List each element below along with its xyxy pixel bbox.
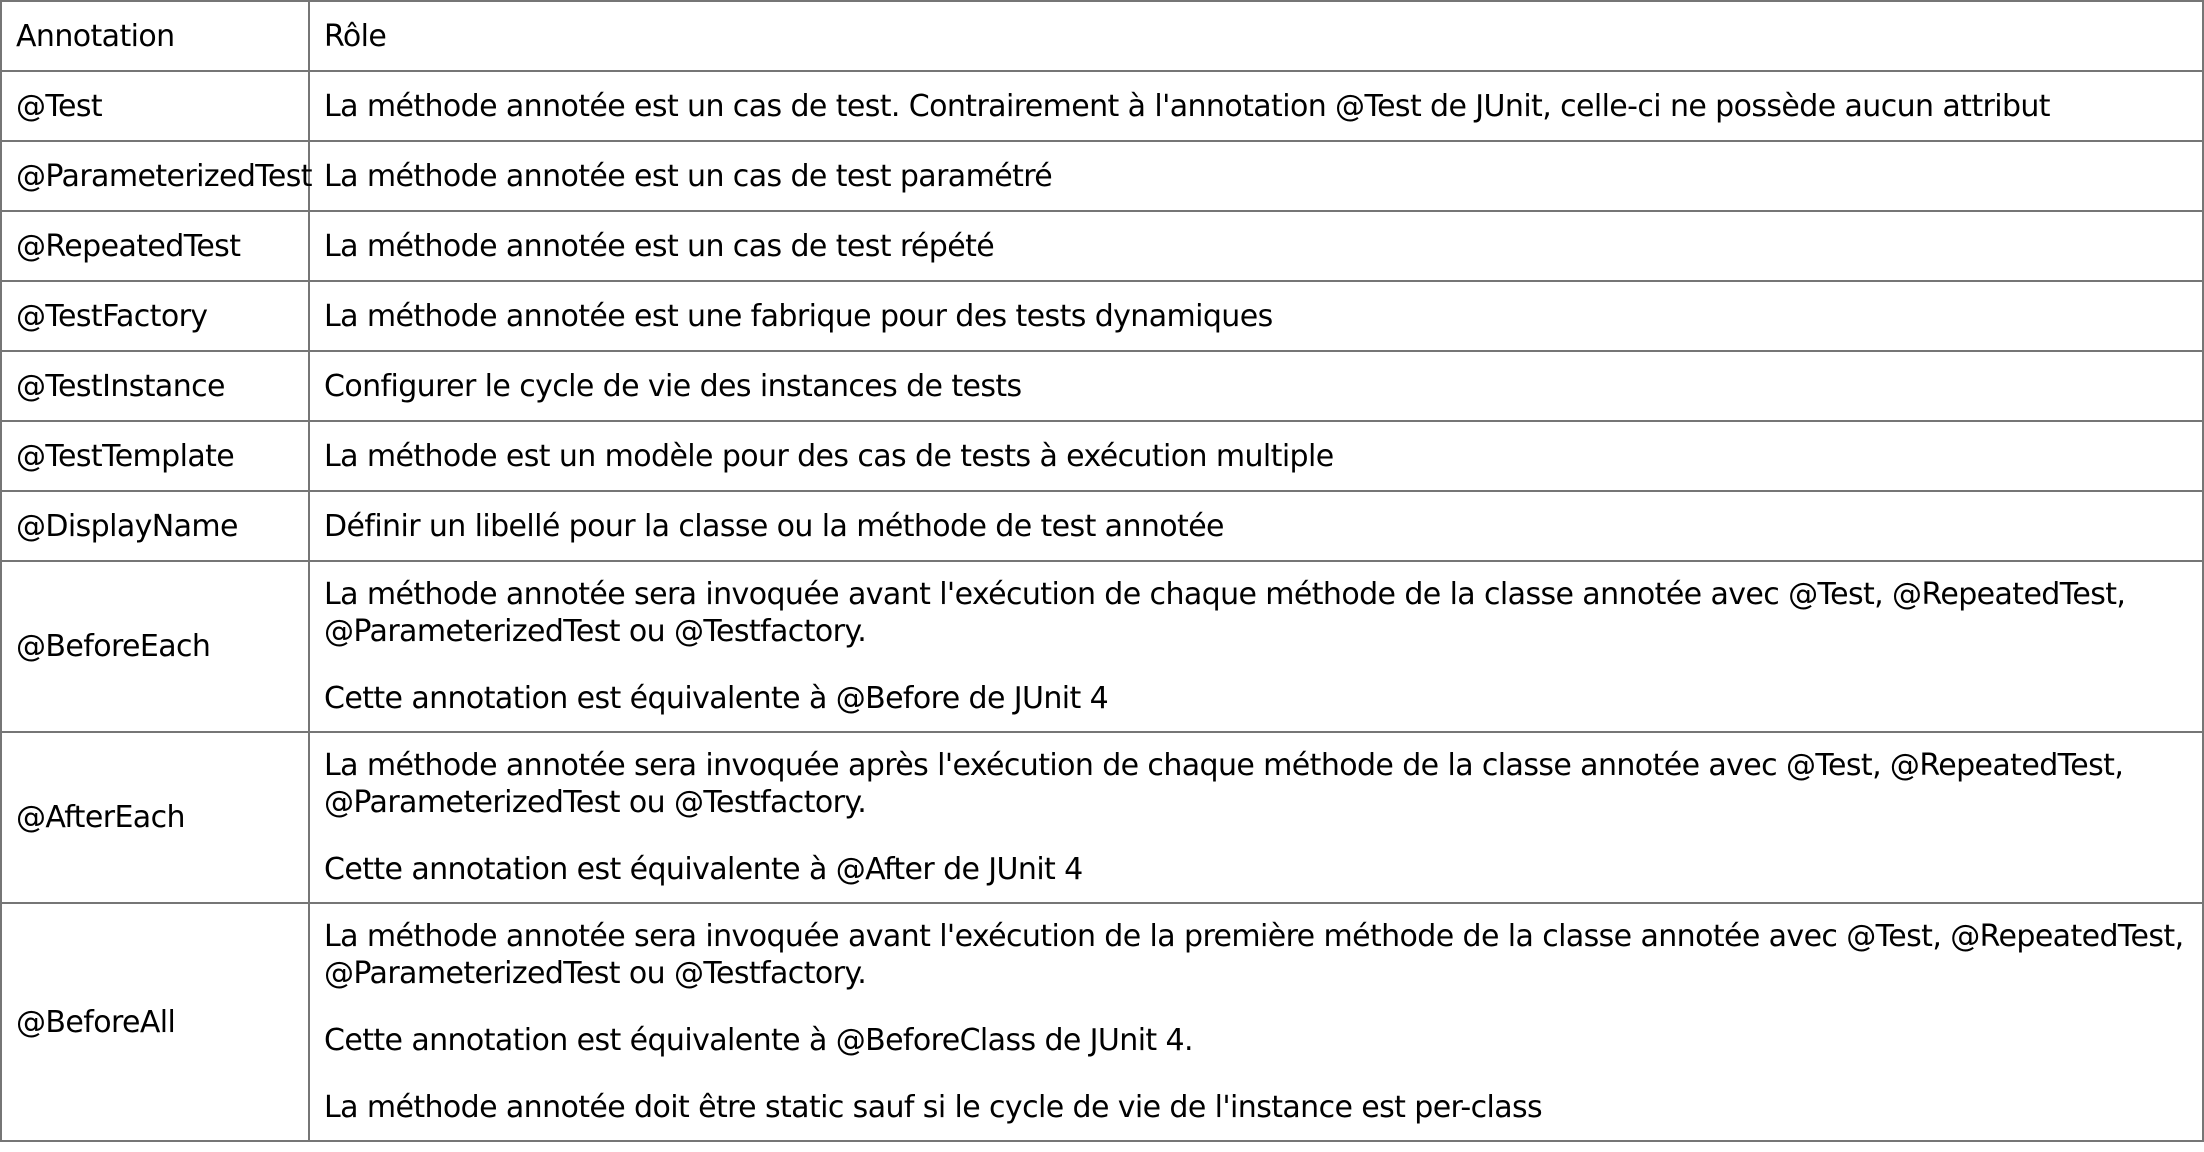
role-description: La méthode est un modèle pour des cas de… xyxy=(308,420,2204,492)
table-row: @TestFactory La méthode annotée est une … xyxy=(0,280,2204,352)
role-description: La méthode annotée sera invoquée avant l… xyxy=(308,902,2204,1142)
role-paragraph: La méthode annotée est un cas de test ré… xyxy=(324,228,995,264)
table-row: @Test La méthode annotée est un cas de t… xyxy=(0,70,2204,142)
annotation-name: @TestInstance xyxy=(0,350,310,422)
table-row: @DisplayName Définir un libellé pour la … xyxy=(0,490,2204,562)
role-paragraph: La méthode annotée sera invoquée avant l… xyxy=(324,577,2126,649)
table-row: @ParameterizedTest La méthode annotée es… xyxy=(0,140,2204,212)
role-description: Définir un libellé pour la classe ou la … xyxy=(308,490,2204,562)
header-role: Rôle xyxy=(308,0,2204,72)
role-paragraph: La méthode annotée est un cas de test. C… xyxy=(324,88,2051,124)
role-paragraph: Cette annotation est équivalente à @Befo… xyxy=(324,1023,1194,1058)
table-row: @BeforeAll La méthode annotée sera invoq… xyxy=(0,902,2204,1142)
table-row: @BeforeEach La méthode annotée sera invo… xyxy=(0,560,2204,733)
role-description: La méthode annotée est un cas de test ré… xyxy=(308,210,2204,282)
annotation-name: @Test xyxy=(0,70,310,142)
role-paragraph: La méthode annotée sera invoquée après l… xyxy=(324,748,2124,820)
role-paragraph: La méthode annotée sera invoquée avant l… xyxy=(324,919,2184,991)
role-paragraph: Cette annotation est équivalente à @Befo… xyxy=(324,681,1109,716)
annotation-name: @TestFactory xyxy=(0,280,310,352)
annotation-name: @DisplayName xyxy=(0,490,310,562)
role-paragraph: La méthode annotée est une fabrique pour… xyxy=(324,298,1273,334)
role-paragraph: Cette annotation est équivalente à @Afte… xyxy=(324,852,1083,887)
table-row: @TestInstance Configurer le cycle de vie… xyxy=(0,350,2204,422)
table-row: @TestTemplate La méthode est un modèle p… xyxy=(0,420,2204,492)
header-annotation: Annotation xyxy=(0,0,310,72)
header-row: Annotation Rôle xyxy=(0,0,2204,72)
annotation-name: @BeforeAll xyxy=(0,902,310,1142)
annotations-table: Annotation Rôle @Test La méthode annotée… xyxy=(0,0,2204,1142)
annotation-name: @RepeatedTest xyxy=(0,210,310,282)
annotation-name: @AfterEach xyxy=(0,731,310,904)
role-paragraph: Définir un libellé pour la classe ou la … xyxy=(324,508,1225,544)
role-description: Configurer le cycle de vie des instances… xyxy=(308,350,2204,422)
annotation-name: @ParameterizedTest xyxy=(0,140,313,212)
annotation-name: @BeforeEach xyxy=(0,560,310,733)
role-description: La méthode annotée est une fabrique pour… xyxy=(308,280,2204,352)
role-description: La méthode annotée sera invoquée avant l… xyxy=(308,560,2204,733)
role-paragraph: La méthode annotée doit être static sauf… xyxy=(324,1090,1543,1125)
role-paragraph: La méthode annotée est un cas de test pa… xyxy=(324,158,1053,194)
table-row: @RepeatedTest La méthode annotée est un … xyxy=(0,210,2204,282)
table-row: @AfterEach La méthode annotée sera invoq… xyxy=(0,731,2204,904)
role-paragraph: Configurer le cycle de vie des instances… xyxy=(324,368,1022,404)
role-paragraph: La méthode est un modèle pour des cas de… xyxy=(324,438,1334,474)
role-description: La méthode annotée est un cas de test pa… xyxy=(308,140,2204,212)
annotation-name: @TestTemplate xyxy=(0,420,310,492)
role-description: La méthode annotée sera invoquée après l… xyxy=(308,731,2204,904)
role-description: La méthode annotée est un cas de test. C… xyxy=(308,70,2204,142)
